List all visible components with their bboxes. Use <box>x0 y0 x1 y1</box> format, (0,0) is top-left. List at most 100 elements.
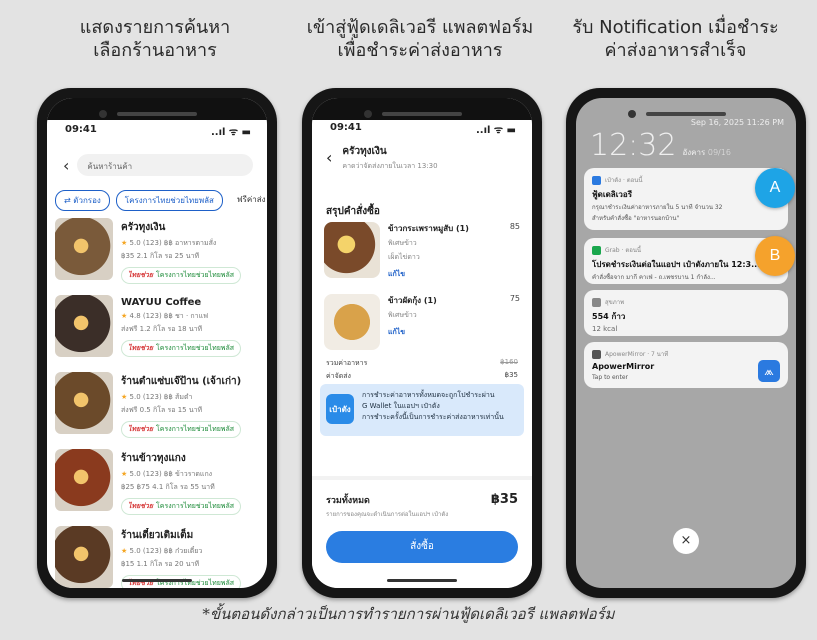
marker-b: B <box>755 236 795 276</box>
star-icon: ★ <box>121 470 128 478</box>
step2-heading: เข้าสู่ฟู้ดเดลิเวอรี แพลตฟอร์ม เพื่อชำระ… <box>306 17 534 61</box>
total-value: ฿35 <box>490 492 518 507</box>
shop-rating: ★ 5.0 (123) ฿฿ ก๋วยเตี๋ยว <box>121 547 203 555</box>
shop-list: ครัวทุงเงิน ★ 5.0 (123) ฿฿ อาหารตามสั่ง฿3… <box>55 218 263 588</box>
top-date: Sep 16, 2025 11:26 PM <box>690 118 784 127</box>
notification-title: 554 ก้าว <box>592 312 626 321</box>
edit-link[interactable]: แก้ไข <box>388 327 437 338</box>
camera-icon <box>99 110 107 118</box>
speaker-notch <box>646 112 726 116</box>
shop-image <box>55 218 113 280</box>
shop-delivery-info: ฿25 ฿75 4.1 กิโล รอ 55 นาที <box>121 483 215 491</box>
star-icon: ★ <box>121 312 128 320</box>
phone-notifications: Sep 16, 2025 11:26 PM 12:32 อังคาร 09/16 … <box>566 88 806 598</box>
shop-image <box>55 449 113 511</box>
order-button[interactable]: สั่งซื้อ <box>326 531 518 563</box>
shop-list-item[interactable]: ครัวทุงเงิน ★ 5.0 (123) ฿฿ อาหารตามสั่ง฿3… <box>55 218 263 295</box>
back-arrow-icon[interactable]: ‹ <box>326 148 332 167</box>
wallet-notice: เป๋าตัง การชำระค่าอาหารทั้งหมดจะถูกโปชำร… <box>320 384 524 436</box>
star-icon: ★ <box>121 239 128 247</box>
shop-name: ร้านข้าวทุงแกง <box>121 453 186 464</box>
notification-body: Tap to enter <box>592 374 628 381</box>
status-bar: 09:41 ..ıl ᯤ ▬ <box>65 124 251 138</box>
thai-help-logo: ไทยช่วย <box>128 344 154 352</box>
close-icon[interactable]: × <box>673 528 699 554</box>
step1-heading: แสดงรายการค้นหา เลือกร้านอาหาร <box>79 17 231 61</box>
notification-title: ฟู้ดเดลิเวอรี <box>592 190 633 199</box>
home-indicator <box>122 579 192 582</box>
order-header: ‹ ครัวทุงเงิน คาดว่าจัดส่งภายในเวลา 13:3… <box>326 144 522 172</box>
shop-delivery-info: ฿15 1.1 กิโล รอ 20 นาที <box>121 560 200 568</box>
thai-help-logo: ไทยช่วย <box>128 425 154 433</box>
thai-help-logo: ไทยช่วย <box>128 271 154 279</box>
shop-delivery-info: ฿35 2.1 กิโล รอ 25 นาที <box>121 252 200 260</box>
signal-icon: ..ıl ᯤ ▬ <box>211 127 251 138</box>
camera-icon <box>628 110 636 118</box>
step3-heading: รับ Notification เมื่อชำระ ค่าส่งอาหารสำ… <box>572 17 779 61</box>
program-badge: ไทยช่วย โครงการไทยช่วยไทยพลัส <box>121 498 242 515</box>
notification-title: ApowerMirror <box>592 362 655 371</box>
shop-name: ร้านตำแซ่บเจ๊ป้าน (เจ้าเก่า) <box>121 376 242 387</box>
checkout-panel: รวมทั้งหมด ฿35 รายการของคุณจะดำเนินการต่… <box>312 476 532 588</box>
shop-image <box>55 372 113 434</box>
shop-list-item[interactable]: ร้านข้าวทุงแกง ★ 5.0 (123) ฿฿ ข้าวราดแกง฿… <box>55 449 263 526</box>
item-price: 75 <box>509 294 520 303</box>
order-summary-title: สรุปคำสั่งซื้อ <box>326 206 380 217</box>
shop-rating: ★ 5.0 (123) ฿฿ ส้มตำ <box>121 393 193 401</box>
shop-rating: ★ 5.0 (123) ฿฿ ข้าวราดแกง <box>121 470 213 478</box>
shop-delivery-info: ส่งฟรี 0.5 กิโล รอ 15 นาที <box>121 406 203 414</box>
footnote: *ขั้นตอนดังกล่าวเป็นการทำรายการผ่านฟู้ดเ… <box>202 605 615 623</box>
total-label: รวมทั้งหมด <box>326 496 370 506</box>
status-bar: 09:41 ..ıl ᯤ ▬ <box>330 122 516 136</box>
thai-help-thai-chip[interactable]: โครงการไทยช่วยไทยพลัส <box>115 190 223 211</box>
delivery-fee-row: ค่าจัดส่ง ฿35 <box>326 371 518 380</box>
screen: 09:41 ..ıl ᯤ ▬ ‹ ค้นหาร้านค้า ⇄ ตัวกรอง … <box>47 98 267 588</box>
shop-list-item[interactable]: ร้านตำแซ่บเจ๊ป้าน (เจ้าเก่า) ★ 5.0 (123) … <box>55 372 263 449</box>
food-image <box>324 222 380 278</box>
signal-icon: ..ıl ᯤ ▬ <box>476 125 516 136</box>
screen: 09:41 ..ıl ᯤ ▬ ‹ ครัวทุงเงิน คาดว่าจัดส่… <box>312 98 532 588</box>
shop-name: ครัวทุงเงิน <box>121 222 166 233</box>
lock-clock: 12:32 อังคาร 09/16 <box>590 128 731 163</box>
back-arrow-icon[interactable]: ‹ <box>63 156 69 175</box>
edit-link[interactable]: แก้ไข <box>388 269 469 280</box>
marker-a: A <box>755 168 795 208</box>
delivery-eta: คาดว่าจัดส่งภายในเวลา 13:30 <box>342 162 438 170</box>
notification-card[interactable]: สุขภาพ 554 ก้าว 12 kcal <box>584 290 788 336</box>
star-icon: ★ <box>121 393 128 401</box>
home-indicator <box>387 579 457 582</box>
phone-search-results: 09:41 ..ıl ᯤ ▬ ‹ ค้นหาร้านค้า ⇄ ตัวกรอง … <box>37 88 277 598</box>
search-input[interactable]: ค้นหาร้านค้า <box>77 154 253 176</box>
item-price: 85 <box>509 222 520 231</box>
shop-rating: ★ 4.8 (123) ฿฿ ชา · กาแฟ <box>121 312 209 320</box>
paotang-icon: เป๋าตัง <box>326 394 354 424</box>
food-total-row: รวมค่าอาหาร ฿160 <box>326 358 518 367</box>
program-badge: ไทยช่วย โครงการไทยช่วยไทยพลัส <box>121 340 242 357</box>
shop-image <box>55 526 113 588</box>
free-delivery-chip[interactable]: ฟรีค่าส่ง <box>228 190 267 211</box>
food-image <box>324 294 380 350</box>
app-icon <box>592 175 601 185</box>
star-icon: ★ <box>121 547 128 555</box>
filter-chip[interactable]: ⇄ ตัวกรอง <box>55 190 110 211</box>
notification-card[interactable]: ApowerMirror · 7 นาที ApowerMirror Tap to … <box>584 342 788 388</box>
total-note: รายการของคุณจะดำเนินการต่อในแอปฯ เป๋าตัง <box>326 511 449 518</box>
shop-list-item[interactable]: WAYUU Coffee ★ 4.8 (123) ฿฿ ชา · กาแฟ ส่งฟ… <box>55 295 263 372</box>
shop-rating: ★ 5.0 (123) ฿฿ อาหารตามสั่ง <box>121 239 217 247</box>
order-item: ข้าวผัดกุ้ง (1) พิเศษข้าว แก้ไข 75 <box>324 294 520 350</box>
apowermirror-icon: ⩕ <box>758 360 780 382</box>
app-icon <box>592 245 601 255</box>
program-badge: ไทยช่วย โครงการไทยช่วยไทยพลัส <box>121 421 242 438</box>
camera-icon <box>364 110 372 118</box>
shop-name: WAYUU Coffee <box>121 297 202 308</box>
notification-body: 12 kcal <box>592 325 618 333</box>
order-item: ข้าวกระเพราหมูสับ (1) พิเศษข้าว เผ็ดไข่ด… <box>324 222 520 280</box>
thai-help-logo: ไทยช่วย <box>128 502 154 510</box>
shop-title: ครัวทุงเงิน <box>342 146 387 157</box>
shop-name: ร้านเตี๋ยวเติมเต็ม <box>121 530 194 541</box>
shop-image <box>55 295 113 357</box>
notification-body: กรุณาชำระเงินค่าอาหารภายใน 5 นาที จำนวน … <box>592 204 723 211</box>
notification-body: คำสั่งซื้อจาก มากี คาเฟ่ - ถ.เพชรบาน 1 ก… <box>592 274 716 281</box>
speaker-notch <box>117 112 197 116</box>
speaker-notch <box>382 112 462 116</box>
